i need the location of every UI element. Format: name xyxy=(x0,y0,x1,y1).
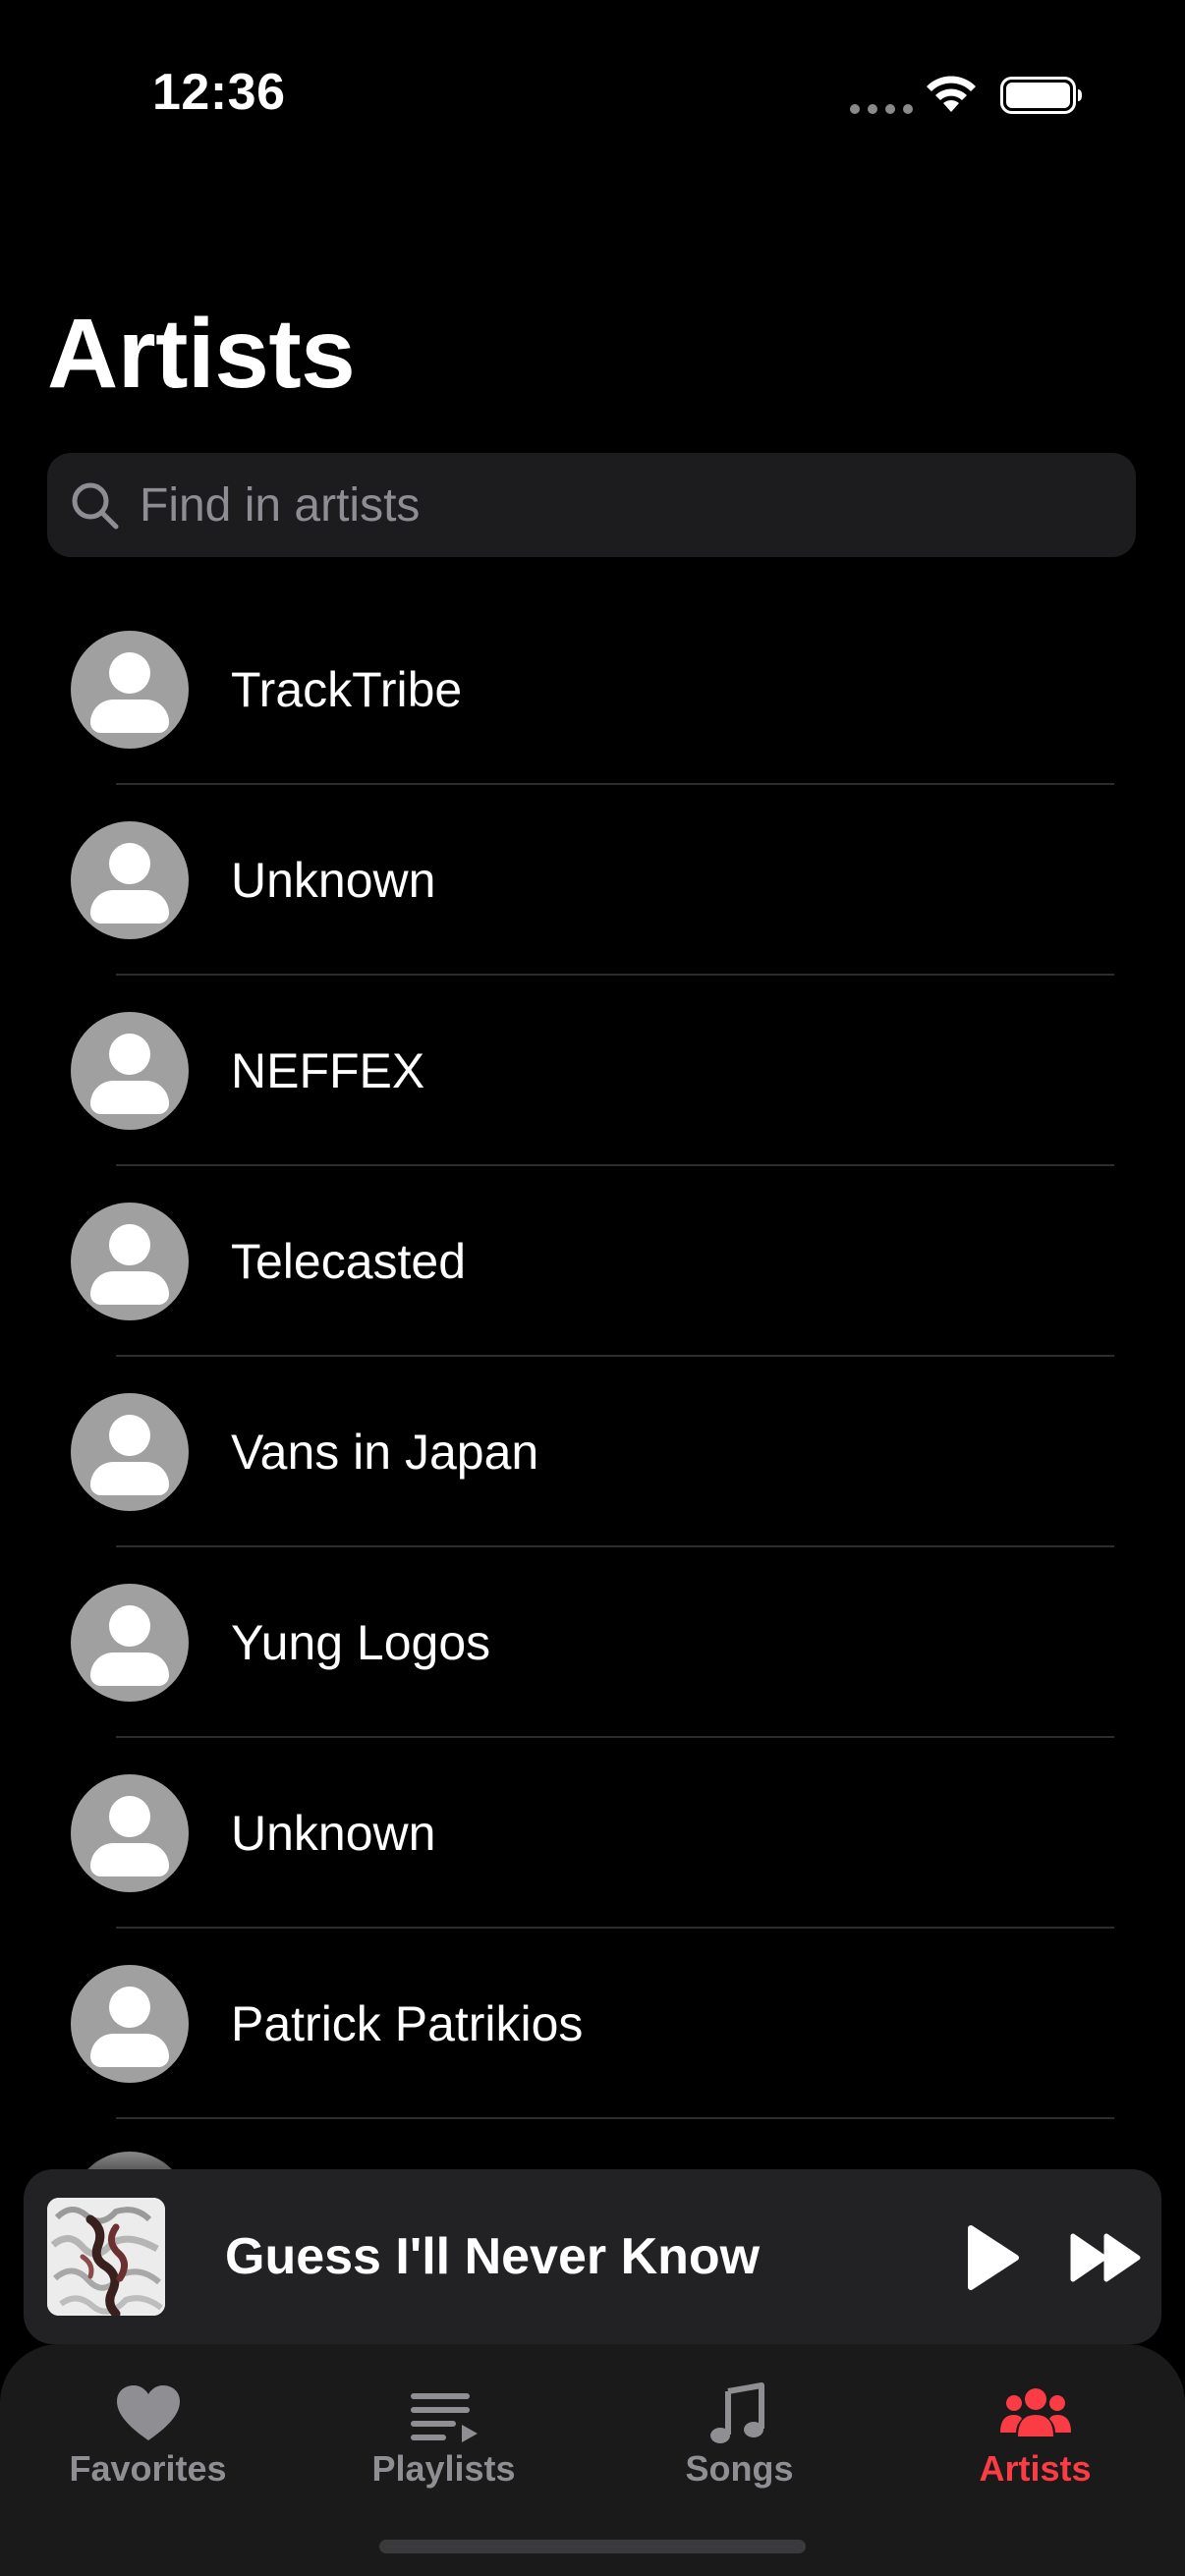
artist-row-0[interactable]: TrackTribe xyxy=(0,594,1185,785)
artist-name: Patrick Patrikios xyxy=(231,1996,584,2051)
artist-avatar-icon xyxy=(71,1012,189,1130)
album-art xyxy=(47,2198,165,2316)
artist-avatar-icon xyxy=(71,631,189,749)
music-note-icon xyxy=(710,2382,764,2443)
search-icon xyxy=(72,482,119,530)
playlist-icon xyxy=(411,2393,478,2442)
status-time: 12:36 xyxy=(152,64,286,121)
tab-label: Playlists xyxy=(371,2448,516,2489)
artist-row-3[interactable]: Telecasted xyxy=(0,1166,1185,1357)
artist-avatar-icon xyxy=(71,1393,189,1511)
artist-avatar-icon xyxy=(71,1965,189,2083)
cellular-signal-icon xyxy=(850,104,913,114)
forward-icon xyxy=(1070,2233,1141,2282)
artist-avatar-icon xyxy=(71,1203,189,1320)
tab-label: Favorites xyxy=(69,2448,227,2489)
artist-row-4[interactable]: Vans in Japan xyxy=(0,1357,1185,1547)
artist-name: Yung Logos xyxy=(231,1615,491,1670)
artist-name: Vans in Japan xyxy=(231,1425,539,1480)
home-indicator[interactable] xyxy=(379,2540,806,2553)
artist-row-1[interactable]: Unknown xyxy=(0,785,1185,976)
now-playing-title: Guess I'll Never Know xyxy=(225,2228,761,2285)
artist-row-6[interactable]: Unknown xyxy=(0,1738,1185,1929)
artist-row-5[interactable]: Yung Logos xyxy=(0,1547,1185,1738)
forward-button[interactable] xyxy=(1067,2218,1146,2297)
artist-row-7[interactable]: Patrick Patrikios xyxy=(0,1929,1185,2119)
artist-name: Unknown xyxy=(231,1806,436,1861)
tab-favorites[interactable]: Favorites xyxy=(0,2344,296,2501)
search-input[interactable] xyxy=(140,453,1102,557)
album-art-image xyxy=(47,2198,165,2316)
search-bar[interactable] xyxy=(47,453,1136,557)
artist-name: NEFFEX xyxy=(231,1043,425,1098)
artist-avatar-icon xyxy=(71,821,189,939)
artist-avatar-icon xyxy=(71,1584,189,1702)
people-icon xyxy=(1000,2388,1071,2436)
artist-name: Unknown xyxy=(231,853,436,908)
artist-name: TrackTribe xyxy=(231,662,463,717)
play-button[interactable] xyxy=(951,2218,1030,2297)
tab-label: Songs xyxy=(685,2448,794,2489)
tab-playlists[interactable]: Playlists xyxy=(296,2344,592,2501)
mini-player[interactable]: Guess I'll Never Know xyxy=(24,2169,1161,2344)
heart-icon xyxy=(117,2385,180,2440)
tab-label: Artists xyxy=(979,2448,1092,2489)
artist-avatar-icon xyxy=(71,1774,189,1892)
battery-icon xyxy=(1000,77,1082,114)
artist-name: Telecasted xyxy=(231,1234,467,1289)
artist-row-2[interactable]: NEFFEX xyxy=(0,976,1185,1166)
page-title: Artists xyxy=(47,299,356,409)
tab-songs[interactable]: Songs xyxy=(592,2344,887,2501)
status-bar: 12:36 xyxy=(0,0,1185,196)
tab-artists[interactable]: Artists xyxy=(887,2344,1183,2501)
row-divider xyxy=(116,2117,1114,2119)
wifi-icon xyxy=(927,76,976,112)
artist-list: TrackTribe Unknown NEFFEX Telecasted Van… xyxy=(0,594,1185,2119)
play-icon xyxy=(968,2225,1019,2290)
